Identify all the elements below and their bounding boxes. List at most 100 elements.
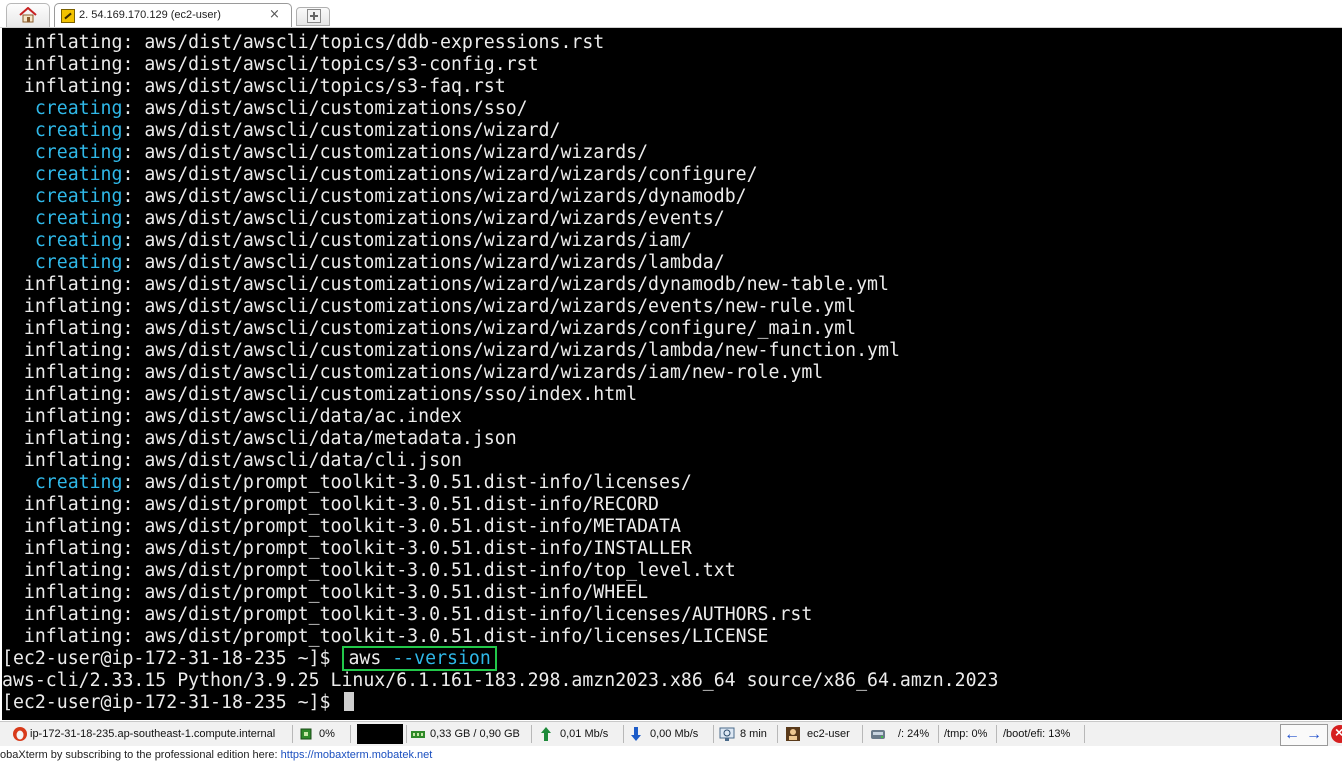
- home-tab[interactable]: [6, 3, 50, 27]
- terminal-line: inflating: aws/dist/awscli/data/metadata…: [2, 428, 998, 450]
- line-keyword: inflating: [23, 494, 123, 515]
- disk-boot-usage: /boot/efi: 13%: [1003, 728, 1071, 740]
- final-prompt-line[interactable]: [ec2-user@ip-172-31-18-235 ~]$: [2, 692, 998, 714]
- close-tab-icon[interactable]: ×: [269, 7, 280, 22]
- line-keyword: inflating: [23, 76, 123, 97]
- terminal-line: creating: aws/dist/prompt_toolkit-3.0.51…: [2, 472, 998, 494]
- line-keyword: creating: [34, 120, 123, 141]
- mobaxterm-link[interactable]: https://mobaxterm.mobatek.net: [281, 749, 433, 761]
- terminal-line: inflating: aws/dist/awscli/customization…: [2, 318, 998, 340]
- line-keyword: inflating: [23, 516, 123, 537]
- close-icon[interactable]: [1331, 724, 1342, 743]
- download-arrow-icon: [631, 727, 641, 741]
- terminal-line: inflating: aws/dist/awscli/customization…: [2, 362, 998, 384]
- line-path: : aws/dist/awscli/topics/s3-faq.rst: [122, 76, 506, 97]
- line-path: : aws/dist/awscli/data/metadata.json: [122, 428, 517, 449]
- line-keyword: creating: [34, 164, 123, 185]
- terminal-line: creating: aws/dist/awscli/customizations…: [2, 164, 998, 186]
- cpu-icon: [300, 728, 312, 740]
- cpu-usage: 0%: [319, 728, 335, 740]
- line-keyword: inflating: [23, 340, 123, 361]
- line-keyword: creating: [34, 186, 123, 207]
- tab-bar: 2. 54.169.170.129 (ec2-user) ×: [0, 0, 1342, 28]
- upload-speed: 0,01 Mb/s: [560, 728, 609, 740]
- promo-text: obaXterm by subscribing to the professio…: [0, 749, 281, 761]
- terminal-window[interactable]: inflating : aws/dist/awscli/topics/ddb-ex…: [2, 28, 1342, 720]
- line-path: : aws/dist/awscli/topics/s3-config.rst: [122, 54, 539, 75]
- line-path: : aws/dist/awscli/customizations/wizard/…: [122, 164, 758, 185]
- line-path: : aws/dist/prompt_toolkit-3.0.51.dist-in…: [122, 582, 649, 603]
- user-icon: [786, 727, 800, 741]
- line-path: : aws/dist/awscli/topics/ddb-expressions…: [122, 32, 605, 53]
- download-speed: 0,00 Mb/s: [650, 728, 699, 740]
- terminal-line: inflating: aws/dist/prompt_toolkit-3.0.5…: [2, 626, 998, 648]
- monitor-clock-icon: [719, 727, 735, 741]
- terminal-output: inflating : aws/dist/awscli/topics/ddb-ex…: [2, 32, 998, 714]
- terminal-line: inflating: aws/dist/awscli/topics/s3-faq…: [2, 76, 998, 98]
- arrow-right-icon[interactable]: →: [1306, 725, 1322, 745]
- line-keyword: inflating: [23, 582, 123, 603]
- command-name: aws: [348, 648, 382, 669]
- terminal-line: creating: aws/dist/awscli/customizations…: [2, 208, 998, 230]
- line-keyword: inflating: [23, 428, 123, 449]
- terminal-line: creating: aws/dist/awscli/customizations…: [2, 252, 998, 274]
- new-tab-button[interactable]: [296, 7, 330, 26]
- line-keyword: inflating: [23, 384, 123, 405]
- linux-penguin-icon: [13, 727, 27, 741]
- line-path: : aws/dist/awscli/customizations/wizard/…: [122, 296, 857, 317]
- line-keyword: inflating: [23, 626, 123, 647]
- terminal-line: inflating: aws/dist/awscli/data/cli.json: [2, 450, 998, 472]
- terminal-line: inflating: aws/dist/prompt_toolkit-3.0.5…: [2, 604, 998, 626]
- line-keyword: inflating: [23, 604, 123, 625]
- disk-icon: [871, 730, 885, 739]
- shell-prompt: [ec2-user@ip-172-31-18-235 ~]$: [2, 692, 342, 713]
- user-name: ec2-user: [807, 728, 850, 740]
- session-tab[interactable]: 2. 54.169.170.129 (ec2-user) ×: [54, 3, 292, 27]
- status-bar: ip-172-31-18-235.ap-southeast-1.compute.…: [0, 721, 1342, 746]
- disk-tmp-usage: /tmp: 0%: [944, 728, 988, 740]
- shell-prompt: [ec2-user@ip-172-31-18-235 ~]$: [2, 648, 342, 669]
- terminal-line: inflating: aws/dist/awscli/data/ac.index: [2, 406, 998, 428]
- line-keyword: inflating: [23, 296, 123, 317]
- line-path: : aws/dist/awscli/customizations/wizard/…: [122, 274, 889, 295]
- arrow-left-icon[interactable]: ←: [1284, 725, 1300, 745]
- cpu-graph: [357, 724, 403, 744]
- line-path: : aws/dist/prompt_toolkit-3.0.51.dist-in…: [122, 626, 769, 647]
- line-keyword: creating: [34, 230, 123, 251]
- line-keyword: creating: [34, 208, 123, 229]
- line-keyword: inflating: [23, 450, 123, 471]
- line-path: : aws/dist/awscli/customizations/wizard/…: [122, 318, 857, 339]
- memory-usage: 0,33 GB / 0,90 GB: [430, 728, 520, 740]
- terminal-line: creating: aws/dist/awscli/customizations…: [2, 98, 998, 120]
- line-path: : aws/dist/awscli/customizations/wizard/…: [122, 142, 649, 163]
- line-path: : aws/dist/awscli/data/ac.index: [122, 406, 462, 427]
- terminal-line: inflating: aws/dist/prompt_toolkit-3.0.5…: [2, 516, 998, 538]
- line-path: : aws/dist/awscli/customizations/sso/: [122, 98, 528, 119]
- terminal-line: inflating: aws/dist/prompt_toolkit-3.0.5…: [2, 582, 998, 604]
- plus-icon: [307, 9, 321, 23]
- version-output-line: aws-cli/2.33.15 Python/3.9.25 Linux/6.1.…: [2, 670, 999, 691]
- line-path: : aws/dist/awscli/customizations/wizard/…: [122, 340, 900, 361]
- home-icon: [19, 7, 37, 23]
- terminal-line: creating: aws/dist/awscli/customizations…: [2, 230, 998, 252]
- session-nav-arrows[interactable]: ← →: [1280, 724, 1328, 746]
- line-path: : aws/dist/prompt_toolkit-3.0.51.dist-in…: [122, 560, 736, 581]
- line-path: : aws/dist/prompt_toolkit-3.0.51.dist-in…: [122, 494, 660, 515]
- line-keyword: inflating: [23, 560, 123, 581]
- terminal-line: inflating: aws/dist/awscli/topics/s3-con…: [2, 54, 998, 76]
- line-keyword: inflating: [23, 406, 123, 427]
- line-path: : aws/dist/awscli/customizations/wizard/…: [122, 252, 725, 273]
- terminal-line: inflating: aws/dist/prompt_toolkit-3.0.5…: [2, 538, 998, 560]
